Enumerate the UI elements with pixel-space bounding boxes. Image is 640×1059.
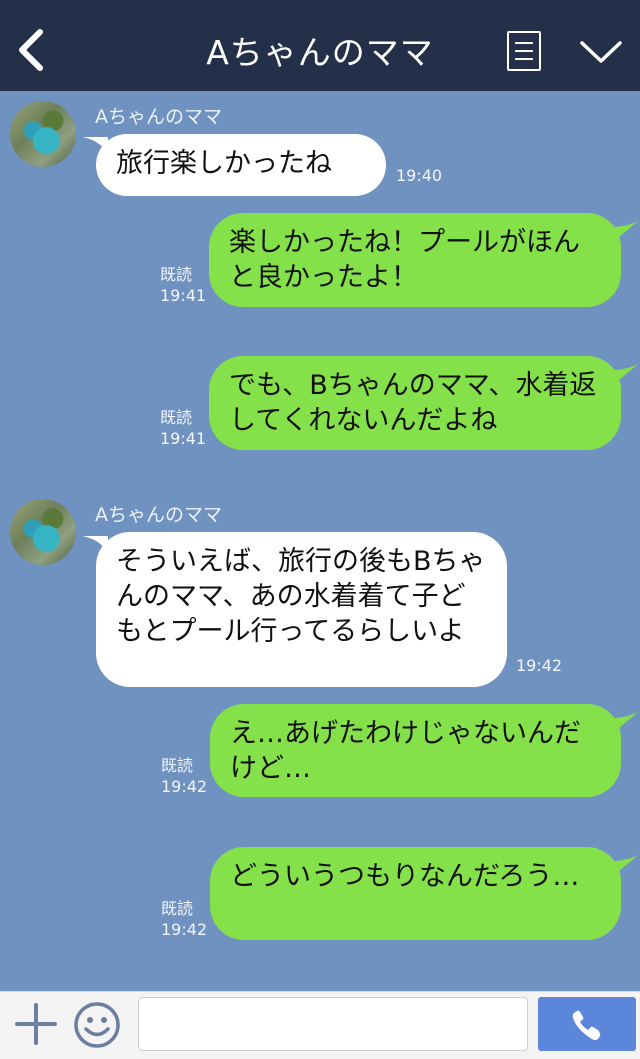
message-bubble-incoming[interactable]: そういえば、旅行の後もBちゃんのママ、あの水着着て子どもとプール行ってるらしいよ bbox=[96, 532, 507, 687]
message-bubble-outgoing[interactable]: 楽しかったね！プールがほんと良かったよ！ bbox=[209, 213, 621, 307]
message-bubble-outgoing[interactable]: でも、Bちゃんのママ、水着返してくれないんだよね bbox=[209, 356, 621, 450]
avatar[interactable] bbox=[10, 499, 76, 565]
sender-name: Aちゃんのママ bbox=[95, 106, 222, 128]
bubble-tail bbox=[612, 712, 638, 734]
plus-icon[interactable] bbox=[14, 1002, 58, 1046]
read-receipt: 既読 bbox=[160, 265, 193, 284]
chat-title: Aちゃんのママ bbox=[206, 33, 434, 72]
bubble-tail bbox=[612, 364, 638, 386]
read-receipt: 既読 bbox=[161, 756, 194, 775]
message-input-bar bbox=[0, 991, 640, 1059]
call-button[interactable] bbox=[538, 997, 636, 1051]
bubble-tail bbox=[612, 855, 638, 877]
read-receipt: 既読 bbox=[161, 899, 194, 918]
message-bubble-incoming[interactable]: 旅行楽しかったね bbox=[96, 134, 386, 196]
message-time: 19:41 bbox=[160, 429, 207, 448]
message-input[interactable] bbox=[138, 997, 528, 1051]
message-bubble-outgoing[interactable]: え…あげたわけじゃないんだけど… bbox=[210, 704, 621, 797]
message-bubble-outgoing[interactable]: どういうつもりなんだろう… bbox=[210, 847, 621, 940]
sender-name: Aちゃんのママ bbox=[95, 504, 222, 526]
avatar[interactable] bbox=[10, 101, 76, 167]
message-time: 19:41 bbox=[160, 286, 207, 305]
chevron-down-icon[interactable] bbox=[579, 38, 623, 66]
message-time: 19:42 bbox=[161, 920, 208, 939]
message-list[interactable]: Aちゃんのママ 旅行楽しかったね 19:40 既読 19:41 楽しかったね！プ… bbox=[0, 91, 640, 991]
bubble-tail bbox=[612, 221, 638, 243]
phone-icon bbox=[572, 1010, 601, 1040]
smile-icon[interactable] bbox=[73, 1001, 121, 1049]
chat-header: Aちゃんのママ bbox=[0, 0, 640, 91]
menu-icon[interactable] bbox=[507, 31, 541, 71]
message-time: 19:42 bbox=[161, 777, 208, 796]
message-time: 19:40 bbox=[396, 166, 443, 185]
message-time: 19:42 bbox=[516, 656, 563, 675]
read-receipt: 既読 bbox=[160, 408, 193, 427]
